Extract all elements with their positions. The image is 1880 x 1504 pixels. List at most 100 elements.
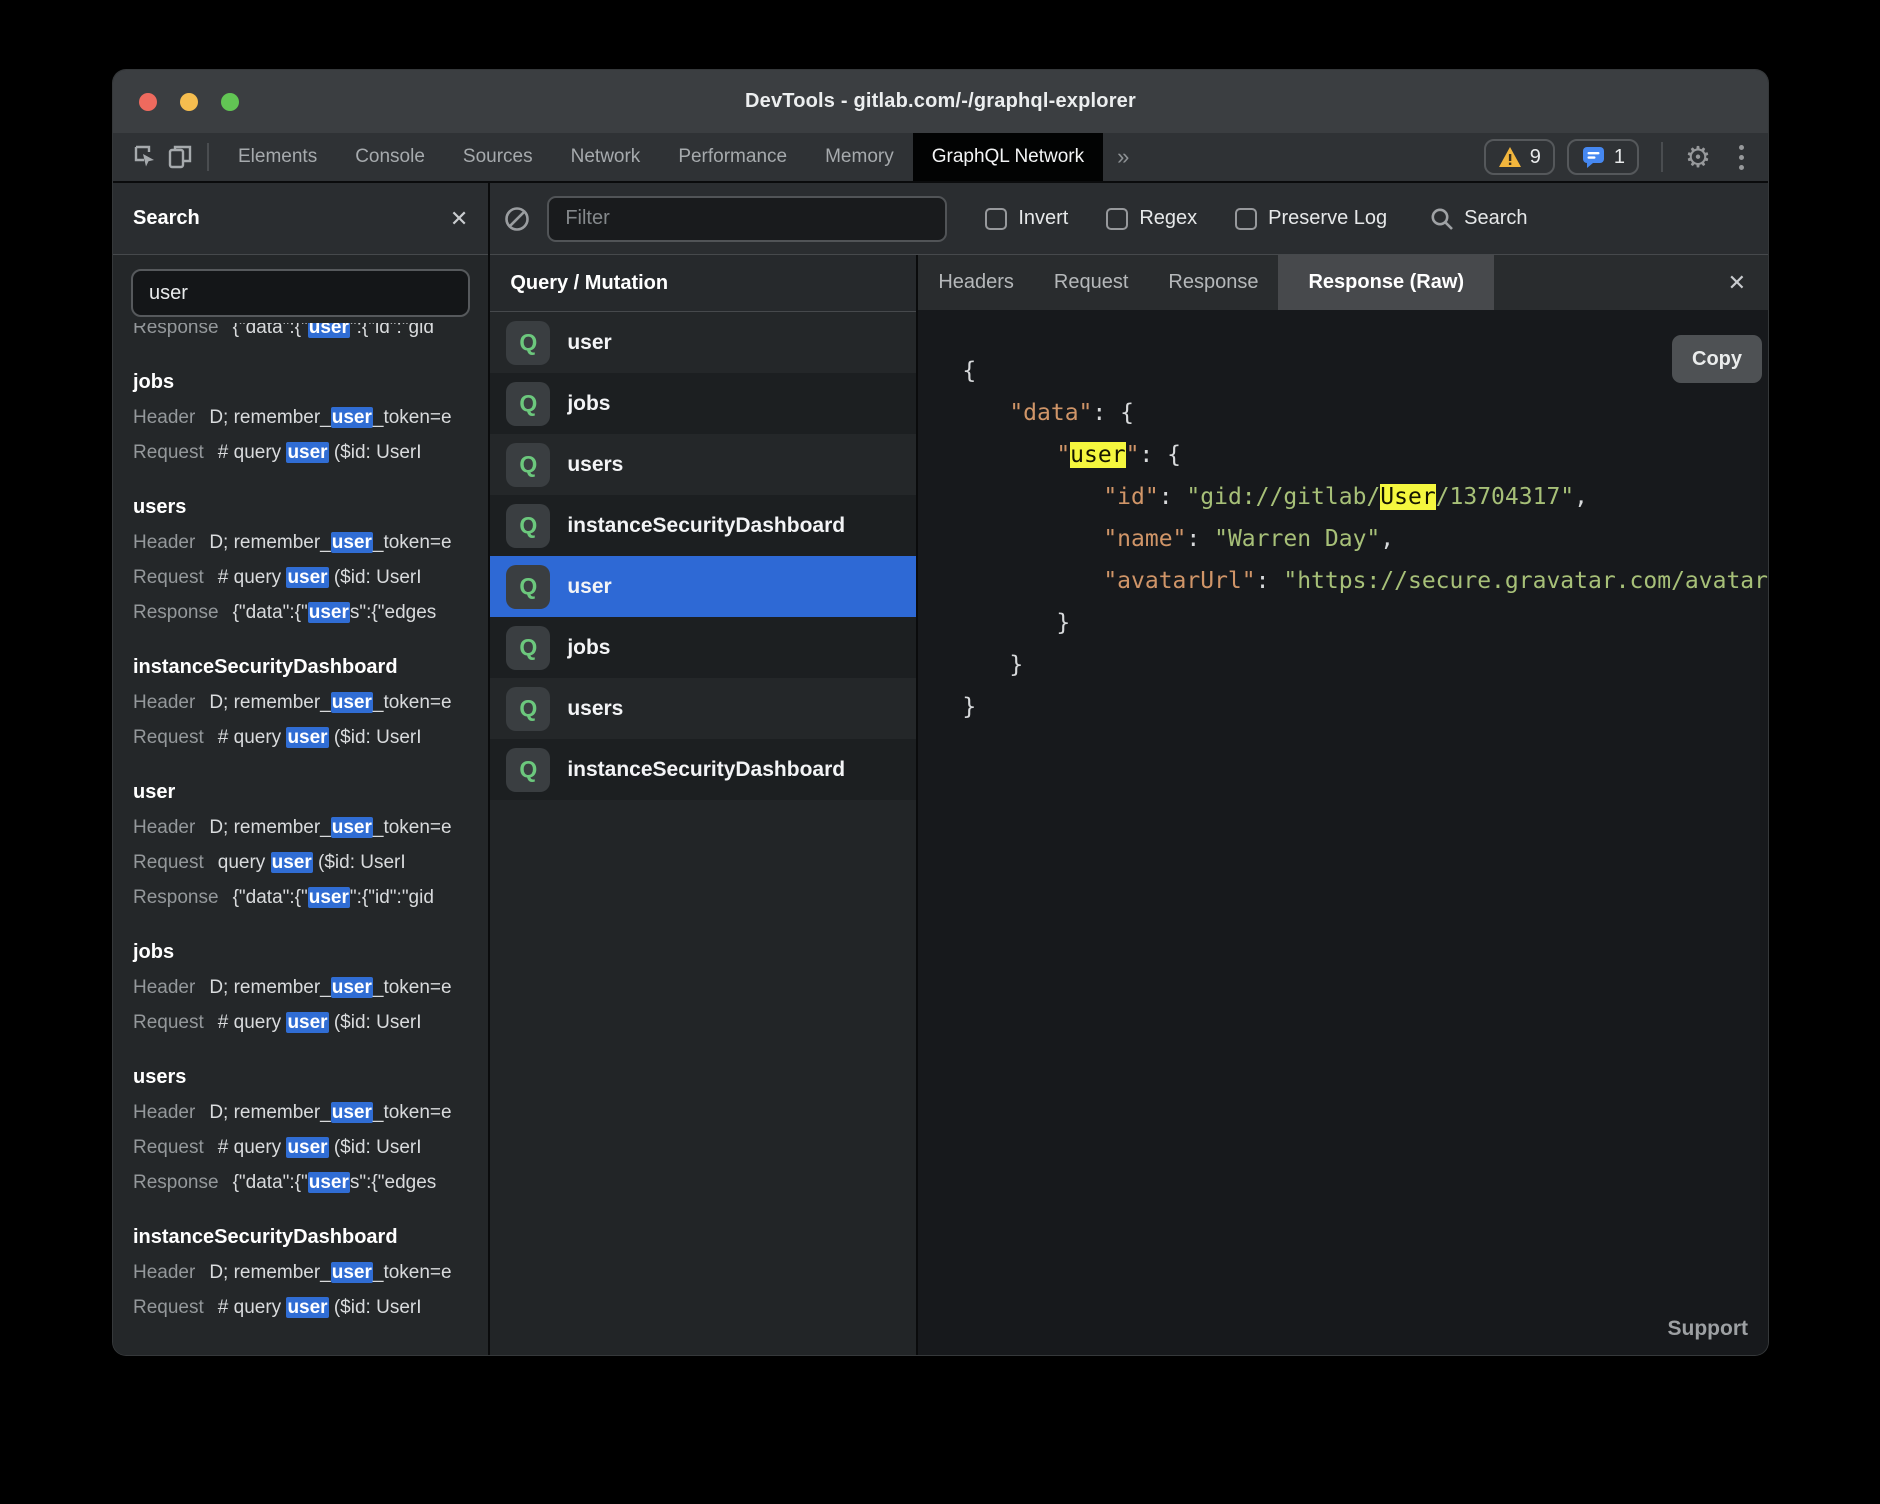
chrome-tab[interactable]: Console: [336, 133, 444, 181]
checkbox-box[interactable]: [985, 208, 1007, 230]
result-line-value: # query user ($id: UserI: [218, 442, 422, 463]
search-result-group-name[interactable]: jobs: [133, 365, 468, 400]
response-tab[interactable]: Headers: [938, 255, 1014, 310]
settings-gear-icon[interactable]: ⚙: [1673, 133, 1723, 181]
search-result-line[interactable]: Response{"data":{"user":{"id":"gid: [133, 880, 468, 915]
search-result-line[interactable]: HeaderD; remember_user_token=e: [133, 810, 468, 845]
search-result-line[interactable]: HeaderD; remember_user_token=e: [133, 1095, 468, 1130]
chrome-tab[interactable]: Network: [552, 133, 660, 181]
close-window-button[interactable]: [139, 93, 157, 111]
response-tab[interactable]: Response (Raw): [1278, 255, 1494, 310]
search-result-group-name[interactable]: user: [133, 775, 468, 810]
search-result-line[interactable]: HeaderD; remember_user_token=e: [133, 400, 468, 435]
response-tab[interactable]: Response: [1168, 255, 1258, 310]
search-result-group-name[interactable]: jobs: [133, 935, 468, 970]
search-result-line[interactable]: HeaderD; remember_user_token=e: [133, 525, 468, 560]
chrome-tab[interactable]: Memory: [806, 133, 913, 181]
search-result-group-name[interactable]: instanceSecurityDashboard: [133, 1220, 468, 1255]
close-search-panel-icon[interactable]: ✕: [450, 208, 468, 230]
chrome-tab[interactable]: Elements: [219, 133, 336, 181]
search-match-highlight: user: [308, 323, 350, 338]
search-match-highlight: user: [331, 817, 373, 838]
search-match-highlight: user: [271, 852, 313, 873]
chrome-tab[interactable]: Sources: [444, 133, 552, 181]
search-result-group-name[interactable]: users: [133, 1060, 468, 1095]
issues-badge[interactable]: 1: [1567, 139, 1639, 175]
json-token: "gid://gitlab/: [1186, 484, 1380, 510]
json-token: "name": [1103, 526, 1186, 552]
filter-input[interactable]: [547, 196, 947, 242]
checkbox-box[interactable]: [1106, 208, 1128, 230]
json-token: }: [1056, 610, 1070, 636]
result-text: s":{"edges: [350, 602, 436, 623]
search-result-line[interactable]: Request# query user ($id: UserI: [133, 1130, 468, 1165]
search-result-line[interactable]: Request# query user ($id: UserI: [133, 1290, 468, 1325]
search-result-line[interactable]: HeaderD; remember_user_token=e: [133, 685, 468, 720]
query-list-item[interactable]: Quser: [490, 556, 916, 617]
query-list-item[interactable]: Qusers: [490, 434, 916, 495]
query-list-item[interactable]: Qjobs: [490, 617, 916, 678]
response-tab[interactable]: Request: [1054, 255, 1129, 310]
search-result-line[interactable]: Requestquery user ($id: UserI: [133, 845, 468, 880]
query-name: jobs: [567, 636, 610, 660]
search-result-line[interactable]: HeaderD; remember_user_token=e: [133, 1255, 468, 1290]
toolbar-checkbox[interactable]: Invert: [985, 207, 1068, 230]
json-line: "id": "gid://gitlab/User/13704317",: [962, 476, 1768, 518]
warnings-badge[interactable]: 9: [1484, 139, 1555, 175]
query-name: users: [567, 453, 623, 477]
search-result-group-name[interactable]: users: [133, 490, 468, 525]
search-result-line[interactable]: Request# query user ($id: UserI: [133, 1005, 468, 1040]
chrome-tab[interactable]: Performance: [659, 133, 806, 181]
query-list-item[interactable]: QinstanceSecurityDashboard: [490, 739, 916, 800]
devtools-menu-icon[interactable]: [1723, 133, 1760, 181]
search-result-line[interactable]: Response{"data":{"users":{"edges: [133, 595, 468, 630]
query-list-item[interactable]: Qusers: [490, 678, 916, 739]
query-list-item[interactable]: Quser: [490, 312, 916, 373]
result-text: ($id: UserI: [313, 852, 406, 873]
query-name: user: [567, 331, 611, 355]
result-text: D; remember_: [209, 1262, 330, 1283]
result-line-value: D; remember_user_token=e: [209, 1262, 451, 1283]
chrome-tab[interactable]: GraphQL Network: [913, 133, 1103, 181]
result-line-value: D; remember_user_token=e: [209, 977, 451, 998]
json-token: "data": [1009, 400, 1092, 426]
toolbar-search-button[interactable]: Search: [1429, 206, 1527, 232]
copy-button[interactable]: Copy: [1672, 335, 1762, 383]
result-line-label: Response: [133, 323, 219, 338]
query-list-item[interactable]: Qjobs: [490, 373, 916, 434]
result-line-label: Request: [133, 1012, 204, 1033]
more-tabs-chevron[interactable]: »: [1103, 133, 1143, 181]
toolbar-checkbox[interactable]: Regex: [1106, 207, 1197, 230]
search-result-group-name[interactable]: instanceSecurityDashboard: [133, 650, 468, 685]
search-result-line[interactable]: Request# query user ($id: UserI: [133, 560, 468, 595]
query-type-badge: Q: [506, 565, 550, 609]
search-result-line[interactable]: HeaderD; remember_user_token=e: [133, 970, 468, 1005]
json-token: ": [1126, 442, 1140, 468]
search-match-highlight: user: [308, 887, 350, 908]
search-result-line[interactable]: Response{"data":{"user":{"id":"gid: [133, 323, 468, 345]
inspect-element-icon[interactable]: [129, 133, 163, 181]
search-result-line[interactable]: Request# query user ($id: UserI: [133, 720, 468, 755]
checkbox-box[interactable]: [1235, 208, 1257, 230]
result-text: ":{"id":"gid: [350, 887, 434, 908]
result-line-value: D; remember_user_token=e: [209, 692, 451, 713]
maximize-window-button[interactable]: [221, 93, 239, 111]
minimize-window-button[interactable]: [180, 93, 198, 111]
search-input[interactable]: [131, 269, 470, 317]
device-toolbar-icon[interactable]: [163, 133, 197, 181]
search-match-highlight: user: [308, 1172, 350, 1193]
search-result-line[interactable]: Request# query user ($id: UserI: [133, 435, 468, 470]
search-result-line[interactable]: Response{"data":{"users":{"edges: [133, 1165, 468, 1200]
network-toolbar: Invert Regex Preserve Log Search: [490, 183, 1768, 255]
result-text: # query: [218, 442, 287, 463]
devtools-window: DevTools - gitlab.com/-/graphql-explorer…: [113, 70, 1768, 1355]
query-list-item[interactable]: QinstanceSecurityDashboard: [490, 495, 916, 556]
toolbar-checkbox[interactable]: Preserve Log: [1235, 207, 1387, 230]
clear-log-icon[interactable]: [503, 205, 531, 233]
json-token: "id": [1103, 484, 1158, 510]
result-line-value: D; remember_user_token=e: [209, 407, 451, 428]
close-detail-icon[interactable]: ✕: [1728, 255, 1746, 310]
support-link[interactable]: Support: [1668, 1317, 1748, 1341]
result-line-label: Request: [133, 567, 204, 588]
result-text: _token=e: [373, 532, 452, 553]
